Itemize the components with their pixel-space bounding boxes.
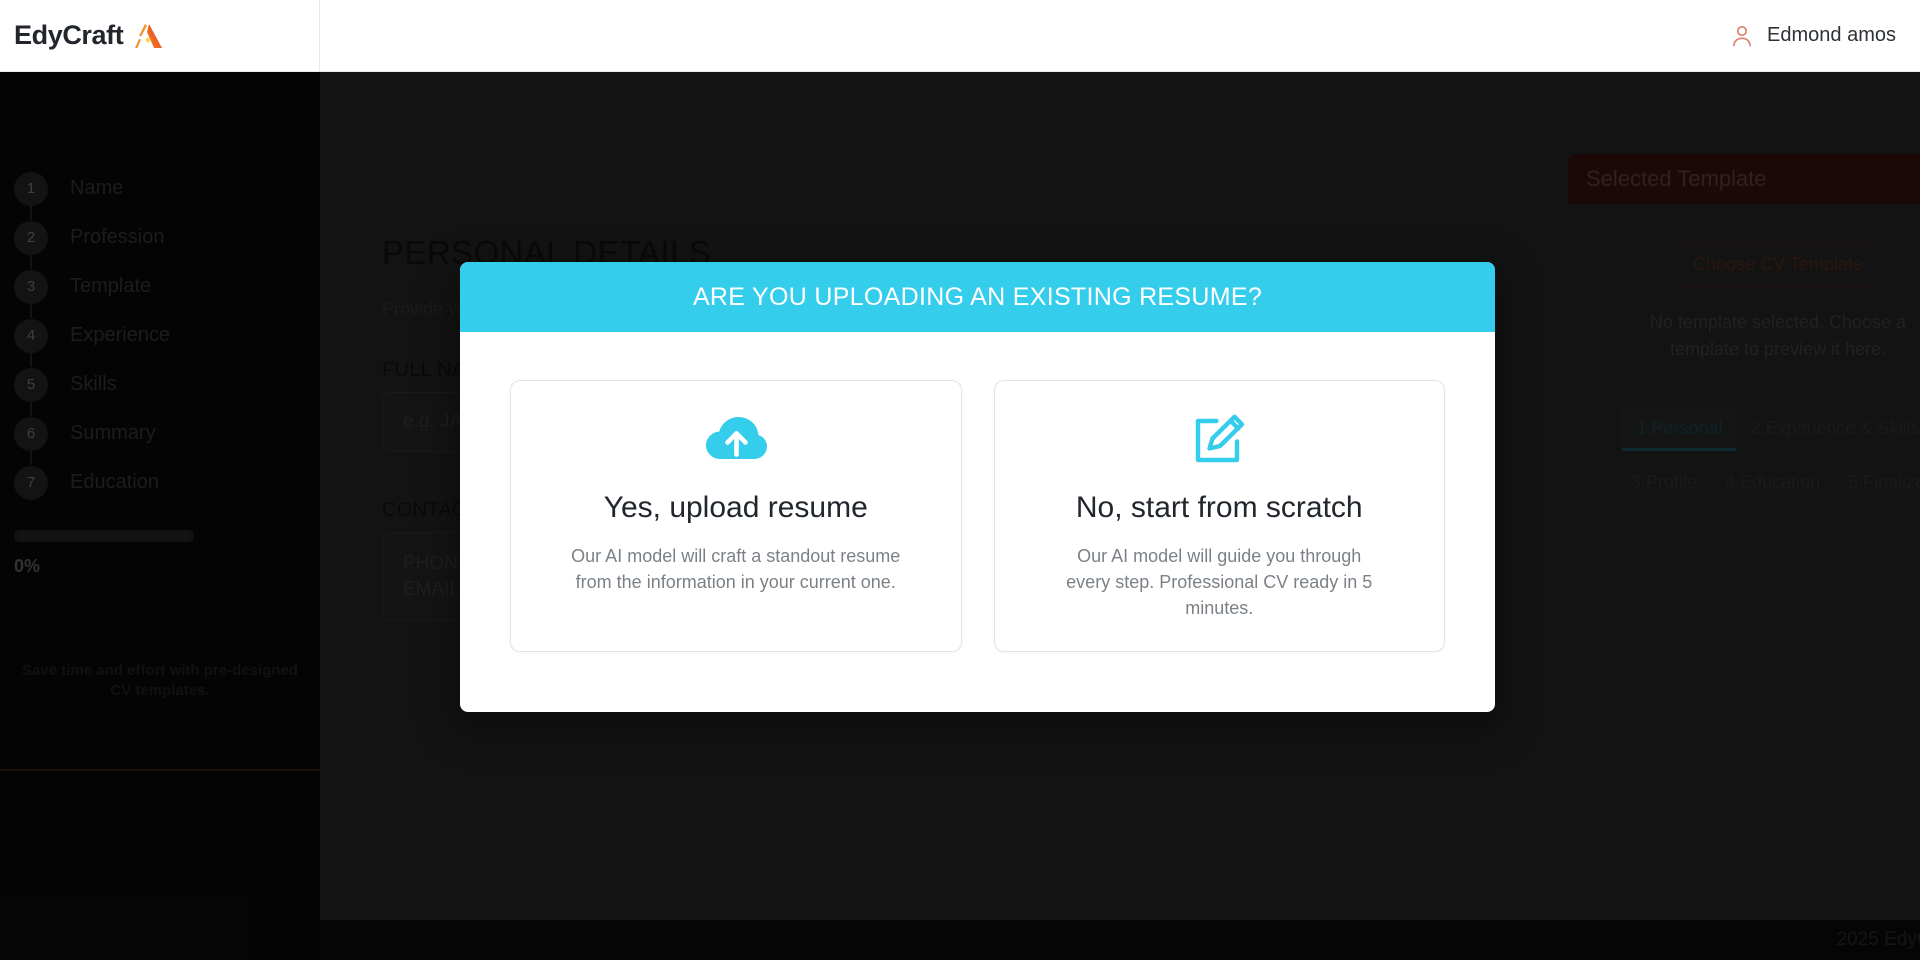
- top-bar-right: Edmond amos: [1731, 24, 1920, 48]
- upload-resume-option-card[interactable]: Yes, upload resume Our AI model will cra…: [510, 380, 962, 653]
- upload-resume-modal: ARE YOU UPLOADING AN EXISTING RESUME? Ye…: [460, 262, 1495, 712]
- user-person-icon: [1731, 24, 1753, 48]
- upload-resume-option-description: Our AI model will craft a standout resum…: [571, 546, 901, 593]
- cloud-upload-icon: [535, 407, 937, 471]
- start-from-scratch-option-description: Our AI model will guide you through ever…: [1066, 546, 1373, 619]
- start-from-scratch-option-title: No, start from scratch: [1075, 491, 1363, 524]
- brand-name: EdyCraft: [14, 20, 124, 50]
- app-root: EdyCraft Edmond amos ARE YOU UPLOADING A…: [0, 0, 1920, 960]
- brand-logo[interactable]: EdyCraft: [0, 0, 320, 72]
- upload-resume-option-title: Yes, upload resume: [603, 491, 868, 524]
- modal-title: ARE YOU UPLOADING AN EXISTING RESUME?: [692, 282, 1263, 311]
- modal-body: Yes, upload resume Our AI model will cra…: [460, 332, 1495, 653]
- edycraft-logo-mark-icon: [129, 23, 163, 49]
- start-from-scratch-option-card[interactable]: No, start from scratch Our AI model will…: [993, 380, 1445, 653]
- top-bar: EdyCraft Edmond amos: [0, 0, 1920, 72]
- modal-header: ARE YOU UPLOADING AN EXISTING RESUME?: [460, 262, 1495, 332]
- edit-pencil-square-icon: [1019, 407, 1421, 471]
- user-name-label: Edmond amos: [1767, 24, 1896, 46]
